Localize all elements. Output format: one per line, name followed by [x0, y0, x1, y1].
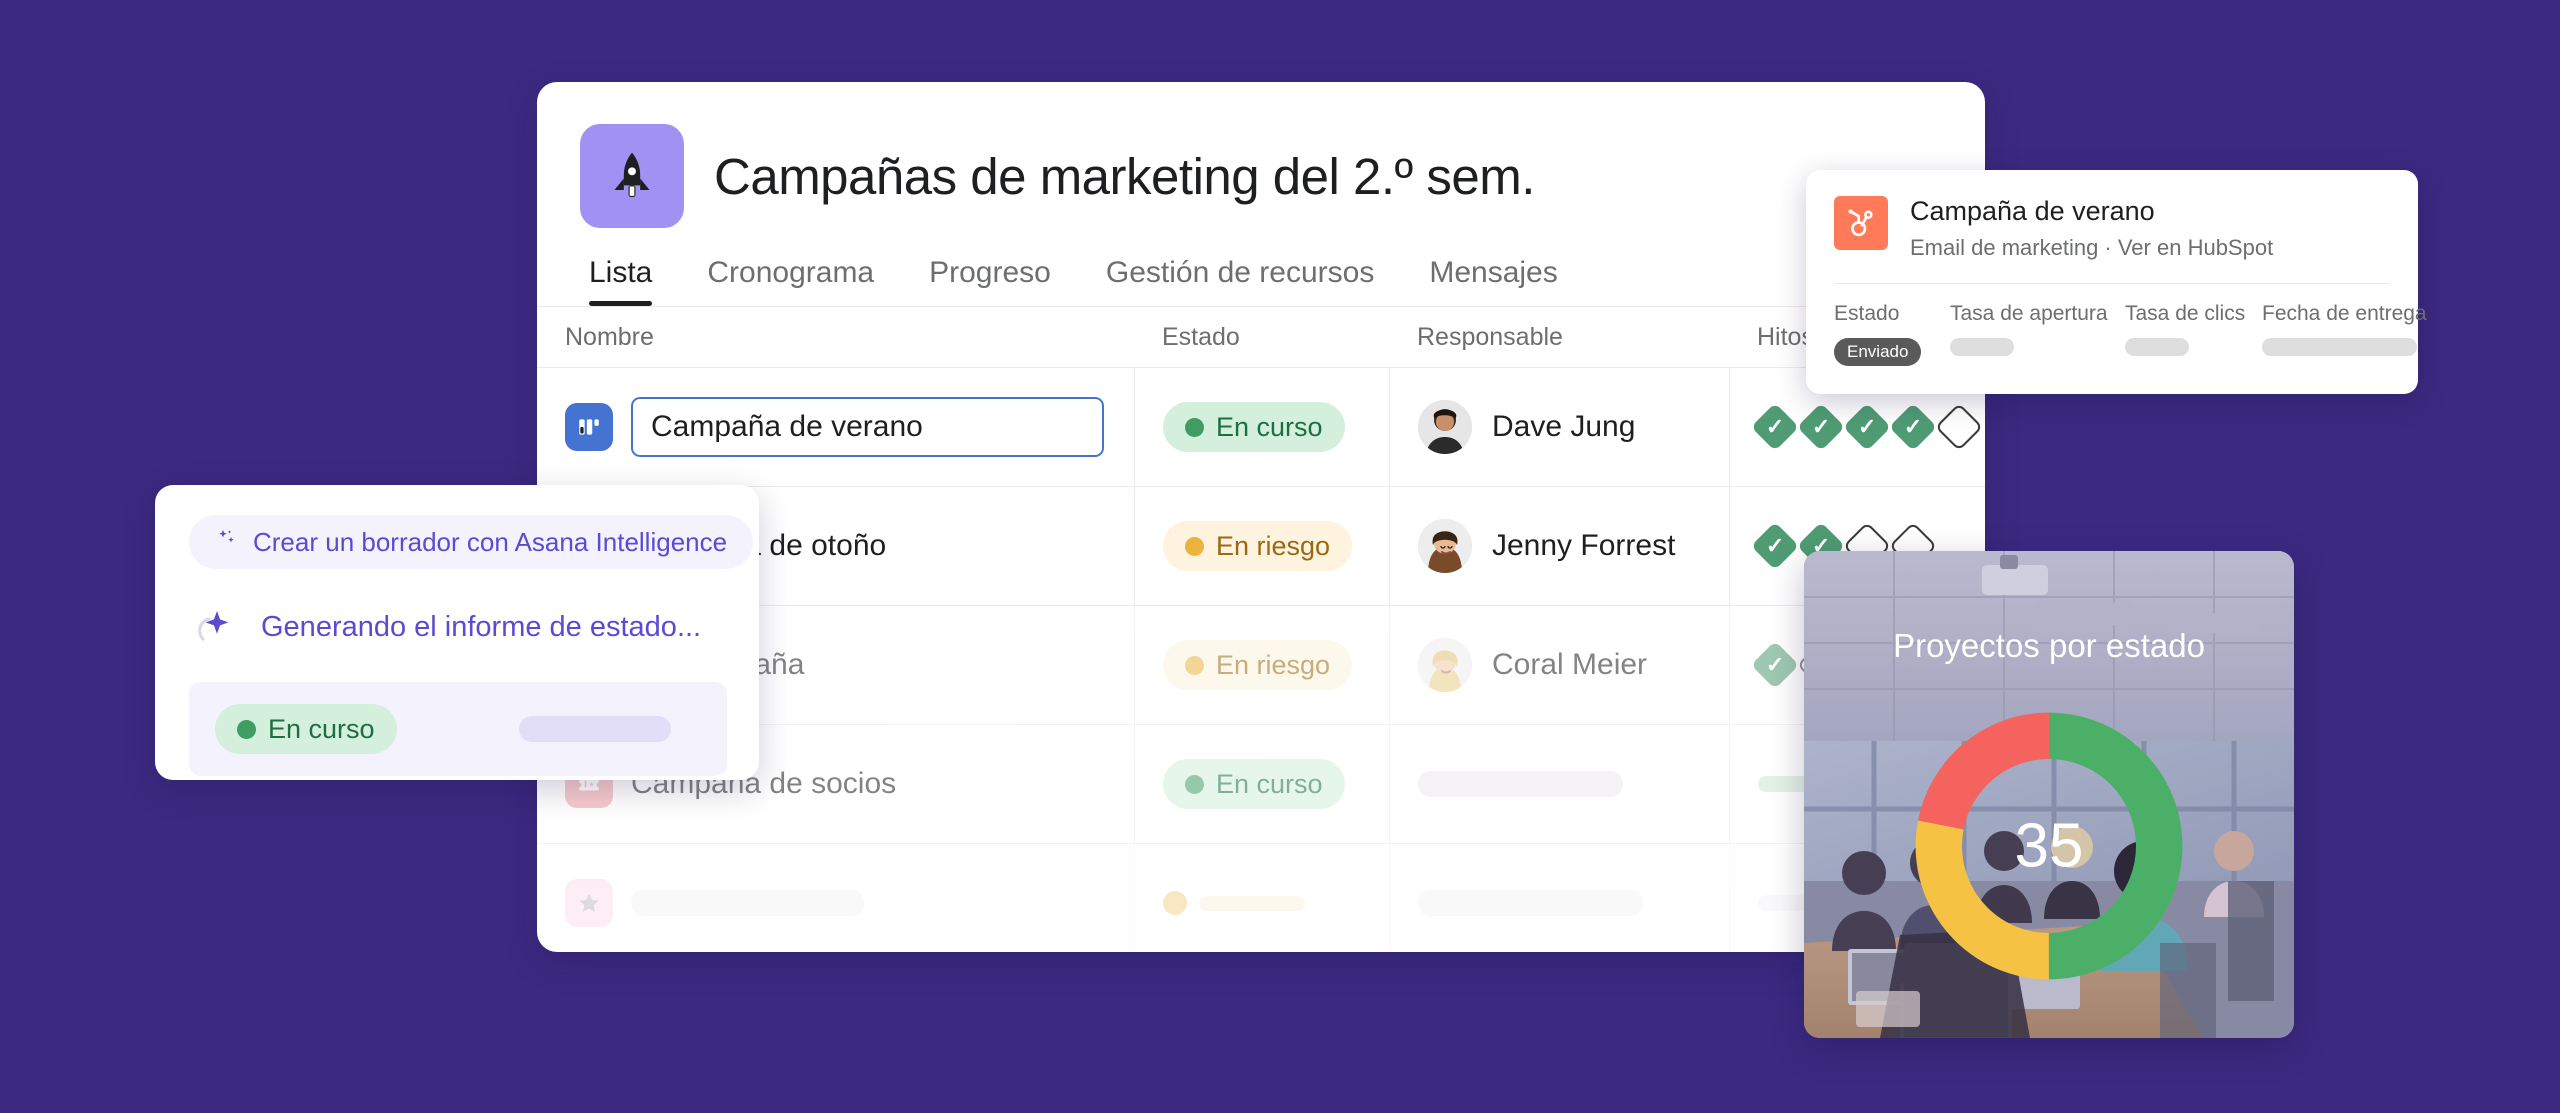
row-name-cell[interactable] — [537, 879, 1134, 927]
asana-intelligence-panel: Crear un borrador con Asana Intelligence… — [155, 485, 759, 780]
hubspot-subtitle[interactable]: Email de marketing · Ver en HubSpot — [1910, 235, 2273, 261]
create-draft-button[interactable]: Crear un borrador con Asana Intelligence — [189, 515, 754, 569]
project-header: Campañas de marketing del 2.º sem. — [537, 82, 1985, 228]
column-header-responsable[interactable]: Responsable — [1389, 307, 1729, 367]
rocket-icon — [580, 124, 684, 228]
metric-label: Tasa de apertura — [1950, 302, 2108, 325]
star-icon — [565, 879, 613, 927]
status-dot-icon — [237, 719, 256, 739]
milestone-done-icon[interactable]: ✓ — [1842, 402, 1892, 452]
row-owner-cell[interactable]: Coral Meier — [1389, 606, 1729, 724]
board-icon — [565, 403, 613, 451]
status-dot-icon — [1185, 536, 1204, 556]
tab-mensajes[interactable]: Mensajes — [1429, 256, 1557, 306]
create-draft-label: Crear un borrador con Asana Intelligence — [253, 526, 728, 557]
row-status-cell[interactable]: En riesgo — [1134, 606, 1389, 724]
status-dot-icon — [1185, 655, 1204, 675]
screenshot-root: Campañas de marketing del 2.º sem. Lista… — [0, 0, 2560, 1113]
table-header-row: Nombre Estado Responsable Hitos — [537, 306, 1985, 368]
metric-tasa-clics: Tasa de clics — [2125, 302, 2262, 366]
row-status-cell[interactable]: En curso — [1134, 725, 1389, 843]
hubspot-metrics: Estado Enviado Tasa de apertura Tasa de … — [1834, 302, 2427, 366]
chart-center-value: 35 — [2014, 811, 2084, 881]
chart-title: Proyectos por estado — [1893, 627, 2205, 664]
avatar — [1418, 519, 1472, 573]
metric-fecha-entrega: Fecha de entrega — [2262, 302, 2442, 366]
page-title: Campañas de marketing del 2.º sem. — [714, 147, 1535, 205]
status-badge-label: En riesgo — [1216, 530, 1331, 561]
table-row[interactable] — [537, 844, 1985, 952]
row-name-cell[interactable]: Campaña de verano — [537, 397, 1134, 457]
sparkles-icon — [215, 527, 239, 558]
owner-name: Coral Meier — [1492, 648, 1648, 681]
milestone-done-icon[interactable]: ✓ — [1750, 640, 1800, 690]
milestone-done-icon[interactable]: ✓ — [1888, 402, 1938, 452]
project-tabs: Lista Cronograma Progreso Gestión de rec… — [537, 228, 1985, 306]
metric-estado: Estado Enviado — [1834, 302, 1950, 366]
owner-placeholder — [1418, 771, 1623, 797]
column-header-nombre[interactable]: Nombre — [537, 323, 1134, 352]
milestone-done-icon[interactable]: ✓ — [1796, 402, 1846, 452]
status-badge-label: En curso — [268, 713, 375, 744]
avatar — [1418, 400, 1472, 454]
hubspot-title: Campaña de verano — [1910, 196, 2155, 226]
tab-gestion-recursos[interactable]: Gestión de recursos — [1106, 256, 1374, 306]
status-dot-icon — [1185, 417, 1204, 437]
status-badge: Enviado — [1834, 338, 1922, 366]
row-status-cell[interactable]: En curso — [1134, 368, 1389, 486]
row-owner-cell[interactable]: Dave Jung — [1389, 368, 1729, 486]
owner-placeholder — [1418, 890, 1643, 916]
row-owner-cell[interactable]: Jenny Forrest — [1389, 487, 1729, 605]
status-placeholder — [1199, 895, 1305, 911]
status-badge[interactable]: En curso — [1163, 759, 1345, 809]
table-row[interactable]: Campaña de verano En curso Dave Jung ✓ ✓… — [537, 368, 1985, 487]
metric-label: Tasa de clics — [2125, 302, 2246, 325]
projects-by-status-card: Proyectos por estado 35 — [1804, 551, 2294, 1038]
task-name-placeholder — [631, 890, 864, 916]
generating-row: Generando el informe de estado... — [195, 603, 759, 652]
hubspot-popover: Campaña de verano Email de marketing · V… — [1806, 170, 2427, 394]
metric-value-placeholder — [1950, 338, 2014, 356]
hubspot-header: Campaña de verano Email de marketing · V… — [1834, 196, 2390, 261]
milestone-done-icon[interactable]: ✓ — [1750, 521, 1800, 571]
status-badge[interactable] — [1163, 878, 1327, 928]
status-dot-icon — [1163, 891, 1187, 915]
tab-progreso[interactable]: Progreso — [929, 256, 1051, 306]
milestone-placeholder — [1758, 776, 1810, 792]
status-badge[interactable]: En curso — [1163, 402, 1345, 452]
status-badge-label: En curso — [1216, 768, 1323, 799]
sparkle-spinner-icon — [195, 603, 239, 652]
tab-lista[interactable]: Lista — [589, 256, 653, 306]
milestone-open-icon[interactable] — [1934, 402, 1984, 452]
tab-cronograma[interactable]: Cronograma — [707, 256, 874, 306]
ai-status-preview: En curso — [189, 682, 727, 776]
row-status-cell[interactable]: En riesgo — [1134, 487, 1389, 605]
metric-label: Fecha de entrega — [2262, 302, 2427, 325]
milestone-done-icon[interactable]: ✓ — [1750, 402, 1800, 452]
row-owner-cell[interactable] — [1389, 844, 1729, 952]
column-header-estado[interactable]: Estado — [1134, 307, 1389, 367]
row-status-cell[interactable] — [1134, 844, 1389, 952]
divider — [1834, 283, 2390, 284]
status-badge[interactable]: En riesgo — [1163, 640, 1353, 690]
generating-label: Generando el informe de estado... — [261, 611, 702, 643]
avatar — [1418, 638, 1472, 692]
owner-name: Dave Jung — [1492, 410, 1636, 443]
status-badge[interactable]: En curso — [215, 704, 397, 754]
metric-tasa-apertura: Tasa de apertura — [1950, 302, 2125, 366]
status-badge[interactable]: En riesgo — [1163, 521, 1353, 571]
metric-value-placeholder — [2125, 338, 2189, 356]
milestone-placeholder — [1758, 895, 1810, 911]
hubspot-logo-icon — [1834, 196, 1888, 250]
metric-label: Estado — [1834, 302, 1900, 325]
status-dot-icon — [1185, 774, 1204, 794]
owner-name: Jenny Forrest — [1492, 529, 1676, 562]
status-badge-label: En curso — [1216, 411, 1323, 442]
task-name-input[interactable]: Campaña de verano — [631, 397, 1104, 457]
milestone-group: ✓ ✓ ✓ ✓ — [1750, 402, 1984, 452]
status-badge-label: En riesgo — [1216, 649, 1331, 680]
metric-value-placeholder — [2262, 338, 2417, 356]
row-owner-cell[interactable] — [1389, 725, 1729, 843]
status-text-placeholder — [519, 716, 671, 742]
